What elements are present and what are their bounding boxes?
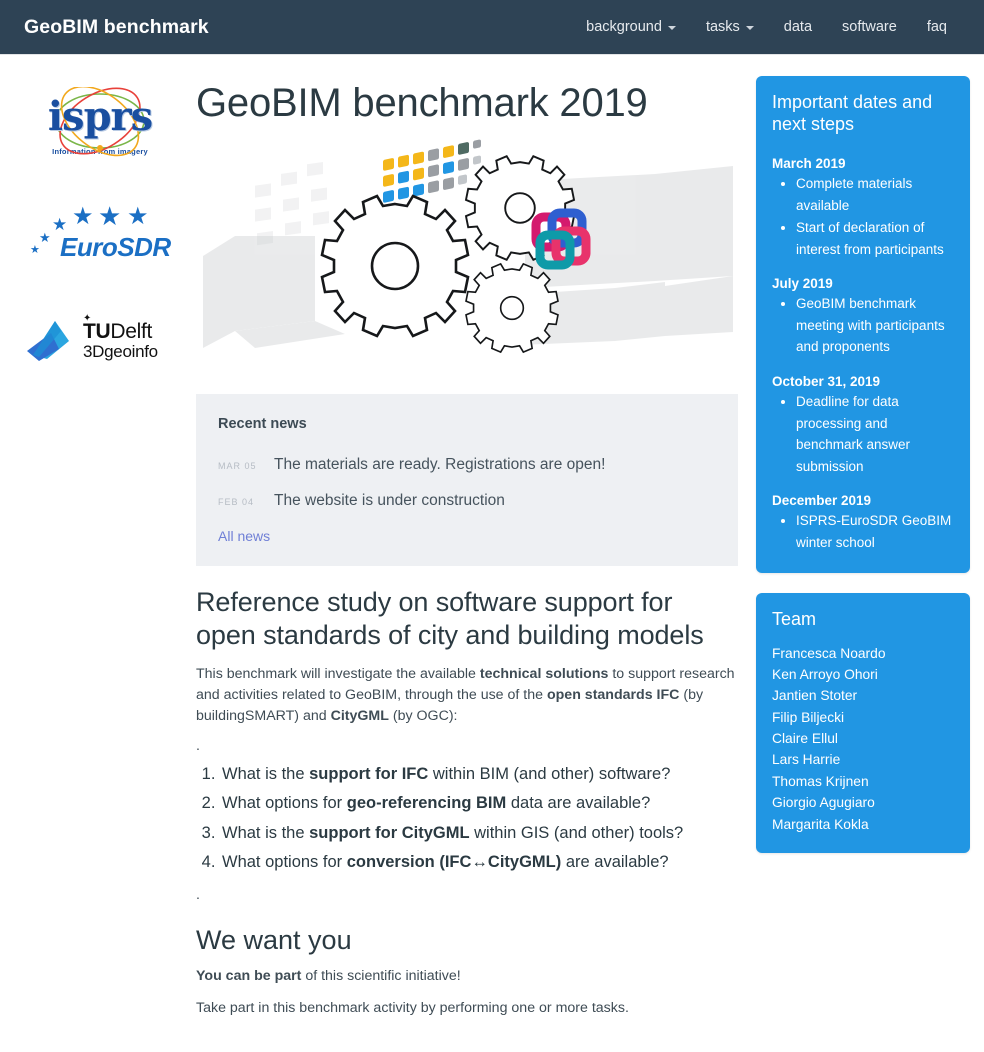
question-item: What options for geo-referencing BIM dat… (220, 789, 738, 818)
date-item: Deadline for data processing and benchma… (796, 391, 954, 477)
nav-item-software[interactable]: software (827, 11, 912, 43)
date-item: Start of declaration of interest from pa… (796, 217, 954, 260)
spacer-dot: . (196, 737, 200, 754)
background-blocks (255, 162, 329, 246)
top-navbar: GeoBIM benchmark background tasks data s… (0, 0, 984, 55)
recent-news-box: Recent news Mar 05 The materials are rea… (196, 394, 738, 566)
we-want-you-heading: We want you (196, 925, 352, 956)
eurosdr-logo[interactable]: ★ ★ ★ ★ ★ ★ EuroSDR (14, 201, 186, 267)
brand-title[interactable]: GeoBIM benchmark (24, 16, 209, 39)
date-label: October 31, 2019 (772, 374, 881, 390)
team-member[interactable]: Ken Arroyo Ohori (772, 664, 954, 685)
star-icon: ★ (98, 201, 122, 231)
main-navigation: background tasks data software faq (571, 11, 962, 43)
team-member[interactable]: Claire Ellul (772, 728, 954, 749)
take-part-paragraph: Take part in this benchmark activity by … (196, 1000, 629, 1017)
all-news-link[interactable]: All news (218, 528, 270, 544)
date-label: July 2019 (772, 276, 833, 292)
intro-bold: CityGML (330, 707, 389, 724)
star-icon: ★ (30, 244, 40, 256)
nav-item-faq[interactable]: faq (912, 11, 962, 43)
spacer-dot: . (196, 887, 200, 904)
hero-illustration (203, 139, 733, 354)
team-panel: Team Francesca Noardo Ken Arroyo Ohori J… (756, 592, 970, 853)
star-icon: ★ (52, 215, 68, 234)
eurosdr-wordmark: EuroSDR (60, 232, 171, 262)
team-member[interactable]: Thomas Krijnen (772, 771, 954, 792)
team-member[interactable]: Francesca Noardo (772, 643, 954, 664)
date-group-october: October 31, 2019 Deadline for data proce… (772, 374, 954, 477)
question-item: What is the support for IFC within BIM (… (220, 760, 738, 789)
research-questions-list: What is the support for IFC within BIM (… (196, 760, 738, 877)
team-member[interactable]: Giorgio Agugiaro (772, 792, 954, 813)
date-items: ISPRS-EuroSDR GeoBIM winter school (772, 510, 954, 553)
team-member[interactable]: Filip Biljecki (772, 707, 954, 728)
news-date: Mar 05 (218, 461, 257, 471)
star-icon: ★ (127, 203, 149, 230)
section-title: Reference study on software support for … (196, 587, 704, 650)
we-want-paragraph: You can be part of this scientific initi… (196, 968, 461, 985)
date-items: Complete materials available Start of de… (772, 173, 954, 260)
date-items: GeoBIM benchmark meeting with participan… (772, 293, 954, 358)
date-item: GeoBIM benchmark meeting with participan… (796, 293, 954, 358)
logo-sidebar: isprs Information from imagery ★ ★ ★ ★ ★… (14, 73, 186, 1051)
tudelft-flame-icon (27, 321, 69, 361)
intro-text: (by OGC): (388, 707, 458, 724)
star-icon: ★ (72, 203, 94, 230)
date-item: Complete materials available (796, 173, 954, 216)
main-content: GeoBIM benchmark 2019 Recent news MAR 05… (186, 73, 756, 1051)
recent-news-heading: Recent news (218, 416, 307, 432)
tudelft-wordmark: TUDelft (83, 320, 153, 343)
interlocking-squares-icon (531, 208, 591, 270)
news-title[interactable]: The website is under construction (274, 492, 505, 510)
date-items: Deadline for data processing and benchma… (772, 391, 954, 477)
news-item[interactable]: Mar 05 The materials are ready. Registra… (218, 456, 716, 474)
date-group-july: July 2019 GeoBIM benchmark meeting with … (772, 276, 954, 358)
intro-bold: technical solutions (479, 665, 609, 682)
page-body: isprs Information from imagery ★ ★ ★ ★ ★… (0, 55, 984, 1051)
intro-text: This benchmark will investigate the avai… (196, 665, 480, 682)
tudelft-logo[interactable]: ✦ TUDelft 3Dgeoinfo (14, 307, 186, 369)
isprs-logo[interactable]: isprs Information from imagery (14, 87, 186, 165)
page-title: GeoBIM benchmark 2019 (196, 81, 648, 125)
team-member[interactable]: Jantien Stoter (772, 685, 954, 706)
right-sidebar: Important dates and next steps March 201… (756, 73, 970, 1051)
team-title: Team (772, 608, 817, 629)
date-label: March 2019 (772, 155, 846, 171)
intro-paragraph: This benchmark will investigate the avai… (196, 664, 738, 727)
isprs-wordmark: isprs (47, 93, 153, 140)
team-member-list: Francesca Noardo Ken Arroyo Ohori Jantie… (772, 643, 954, 835)
date-item: ISPRS-EuroSDR GeoBIM winter school (796, 510, 954, 553)
date-label: December 2019 (772, 493, 872, 509)
news-date: Feb 04 (218, 497, 255, 507)
news-title[interactable]: The materials are ready. Registrations a… (274, 456, 605, 474)
important-dates-panel: Important dates and next steps March 201… (756, 76, 970, 573)
nav-item-background[interactable]: background (571, 11, 691, 43)
team-member[interactable]: Margarita Kokla (772, 814, 954, 835)
nav-item-data[interactable]: data (769, 11, 827, 43)
date-group-march: March 2019 Complete materials available … (772, 156, 954, 260)
important-dates-title: Important dates and next steps (772, 92, 933, 134)
nav-item-tasks[interactable]: tasks (691, 11, 769, 43)
nav-label: background (586, 19, 662, 35)
question-item: What is the support for CityGML within G… (220, 819, 738, 848)
date-group-december: December 2019 ISPRS-EuroSDR GeoBIM winte… (772, 493, 954, 553)
chevron-down-icon (667, 26, 676, 30)
intro-bold: open standards IFC (546, 686, 680, 703)
star-icon: ★ (39, 230, 51, 245)
chevron-down-icon (745, 26, 754, 30)
team-member[interactable]: Lars Harrie (772, 749, 954, 770)
tudelft-sub-wordmark: 3Dgeoinfo (83, 342, 158, 362)
nav-label: tasks (705, 19, 740, 35)
question-item: What options for conversion (IFC↔CityGML… (220, 848, 738, 877)
news-item[interactable]: Feb 04 The website is under construction (218, 492, 716, 510)
